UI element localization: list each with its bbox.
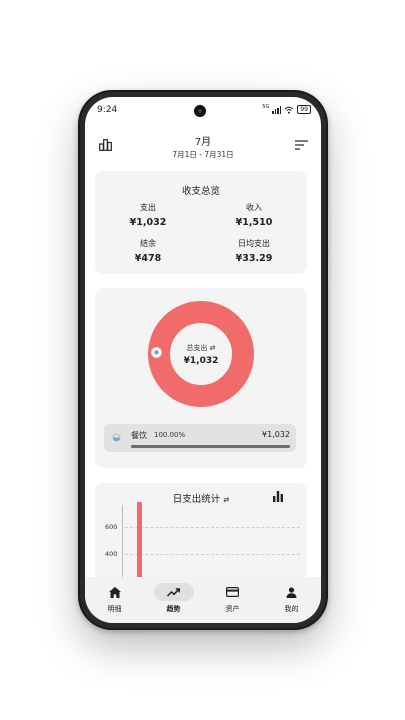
bottom-nav: 明细 趋势 资产 我的 (85, 577, 321, 623)
nav-detail-label: 明细 (107, 605, 122, 613)
rice-bowl-icon: ◒ (112, 432, 121, 443)
category-progress-track (131, 445, 290, 448)
y-tick-400: 400 (105, 550, 118, 558)
expense-stat: 支出 ¥1,032 (113, 202, 183, 228)
total-expense-value: ¥1,032 (183, 356, 219, 366)
expense-value: ¥1,032 (129, 217, 167, 228)
income-stat: 收入 ¥1,510 (219, 202, 289, 228)
nav-assets-label: 资产 (225, 605, 240, 613)
daily-avg-label: 日均支出 (238, 239, 270, 248)
swap-icon[interactable]: ⇄ (223, 496, 229, 504)
nav-detail[interactable]: 明细 (85, 583, 144, 614)
front-camera (194, 105, 206, 117)
nav-trend[interactable]: 趋势 (144, 583, 203, 614)
category-amount: ¥1,032 (262, 430, 290, 439)
daily-avg-value: ¥33.29 (235, 253, 273, 264)
nav-assets[interactable]: 资产 (203, 583, 262, 614)
balance-stat: 结余 ¥478 (113, 238, 183, 264)
volume-button (328, 210, 331, 248)
card-icon (226, 587, 239, 597)
balance-value: ¥478 (134, 253, 162, 264)
wifi-icon (285, 106, 294, 114)
overview-title: 收支总览 (181, 186, 220, 197)
power-button (328, 258, 331, 282)
bar-chart-icon[interactable] (272, 491, 284, 502)
category-progress-fill (131, 445, 290, 448)
app-screen: 9:24 5G 99 7月 7月1日 - 7月31日 收支总览 支出 ¥1,03… (85, 97, 321, 623)
signal-icon (272, 105, 282, 114)
income-value: ¥1,510 (235, 217, 273, 228)
category-percent: 100.00% (154, 431, 186, 439)
network-type: 5G (262, 104, 270, 110)
trend-icon (167, 587, 180, 597)
date-range: 7月1日 - 7月31日 (172, 150, 234, 159)
person-icon (286, 586, 297, 598)
status-time: 9:24 (97, 105, 118, 115)
nav-trend-label: 趋势 (166, 605, 181, 613)
nav-profile-label: 我的 (284, 605, 299, 613)
app-header: 7月 7月1日 - 7月31日 (85, 125, 321, 169)
phone-frame: 9:24 5G 99 7月 7月1日 - 7月31日 收支总览 支出 ¥1,03… (78, 90, 331, 630)
daily-avg-stat: 日均支出 ¥33.29 (219, 238, 289, 264)
income-label: 收入 (246, 203, 262, 212)
filter-icon[interactable] (295, 140, 308, 150)
status-icons: 5G 99 (262, 105, 311, 114)
overview-card: 收支总览 支出 ¥1,032 收入 ¥1,510 结余 ¥478 日均支出 ¥3… (95, 171, 307, 274)
total-expense-label[interactable]: 总支出 ⇄ (95, 343, 307, 353)
swap-icon[interactable]: ⇄ (210, 344, 216, 352)
nav-active-indicator (153, 583, 194, 601)
category-row-food[interactable]: ◒ 餐饮 100.00% ¥1,032 (104, 424, 296, 452)
category-name: 餐饮 (131, 431, 147, 440)
status-bar: 9:24 5G 99 (85, 97, 321, 125)
donut-center[interactable]: 总支出 ⇄ ¥1,032 (95, 343, 307, 366)
home-icon (108, 586, 121, 598)
battery-icon: 99 (297, 105, 311, 114)
daily-title-text: 日支出统计 (172, 494, 221, 505)
y-tick-600: 600 (105, 523, 118, 531)
nav-profile[interactable]: 我的 (262, 583, 321, 614)
total-expense-text: 总支出 (186, 344, 208, 352)
gridline-400 (125, 554, 300, 555)
category-donut-card: ● 总支出 ⇄ ¥1,032 ◒ 餐饮 100.00% ¥1,032 (95, 288, 307, 468)
gridline-600 (125, 527, 300, 528)
month-selector[interactable]: 7月 (85, 133, 321, 148)
balance-label: 结余 (140, 239, 156, 248)
expense-label: 支出 (140, 203, 156, 212)
